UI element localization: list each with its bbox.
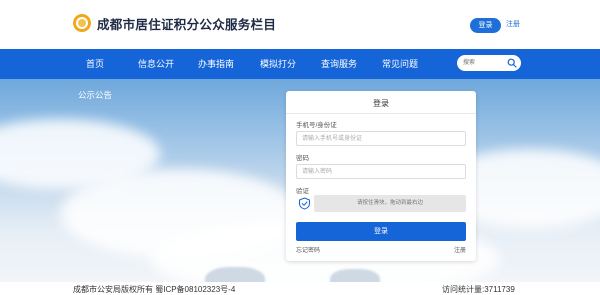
nav-item-simulate-score[interactable]: 模拟打分 [260,49,296,79]
search-icon[interactable] [507,58,517,68]
captcha-slider[interactable]: 请按住滑块，拖动到最右边 [314,195,466,212]
register-link[interactable]: 注册 [454,245,466,254]
building-decoration [205,267,265,282]
forgot-password-link[interactable]: 忘记密码 [296,245,320,254]
captcha-label: 验证 [296,188,309,195]
shield-icon [299,197,310,210]
footer-visit-count: 访问统计量:3711739 [442,285,515,294]
nav-item-faq[interactable]: 常见问题 [382,49,418,79]
main-nav: 首页 信息公开 办事指南 模拟打分 查询服务 常见问题 [0,49,600,79]
phone-input[interactable] [296,131,466,146]
header: 成都市居住证积分公众服务栏目 登录 注册 [0,0,600,49]
login-card: 登录 手机号/身份证 密码 验证 请按住滑块，拖动到最右边 登录 忘记密码 注册 [286,91,476,261]
divider [286,113,476,114]
password-input[interactable] [296,164,466,179]
captcha-row: 请按住滑块，拖动到最右边 [296,195,466,212]
nav-item-guide[interactable]: 办事指南 [198,49,234,79]
password-label: 密码 [296,155,309,162]
footer-copyright: 成都市公安局版权所有 蜀ICP备08102323号-4 [73,285,236,294]
logo-icon [73,14,91,32]
building-decoration [330,269,380,282]
footer: 成都市公安局版权所有 蜀ICP备08102323号-4 访问统计量:371173… [0,282,600,295]
notice-label[interactable]: 公示公告 [78,89,112,101]
phone-label: 手机号/身份证 [296,122,337,129]
nav-item-home[interactable]: 首页 [86,49,104,79]
search-box [457,55,521,71]
site-title: 成都市居住证积分公众服务栏目 [97,18,277,32]
login-card-title: 登录 [373,99,389,108]
header-login-button[interactable]: 登录 [470,18,501,33]
search-input[interactable] [463,55,507,71]
nav-item-info-public[interactable]: 信息公开 [138,49,174,79]
header-register-link[interactable]: 注册 [506,19,520,29]
nav-item-query[interactable]: 查询服务 [321,49,357,79]
login-button[interactable]: 登录 [296,222,466,241]
